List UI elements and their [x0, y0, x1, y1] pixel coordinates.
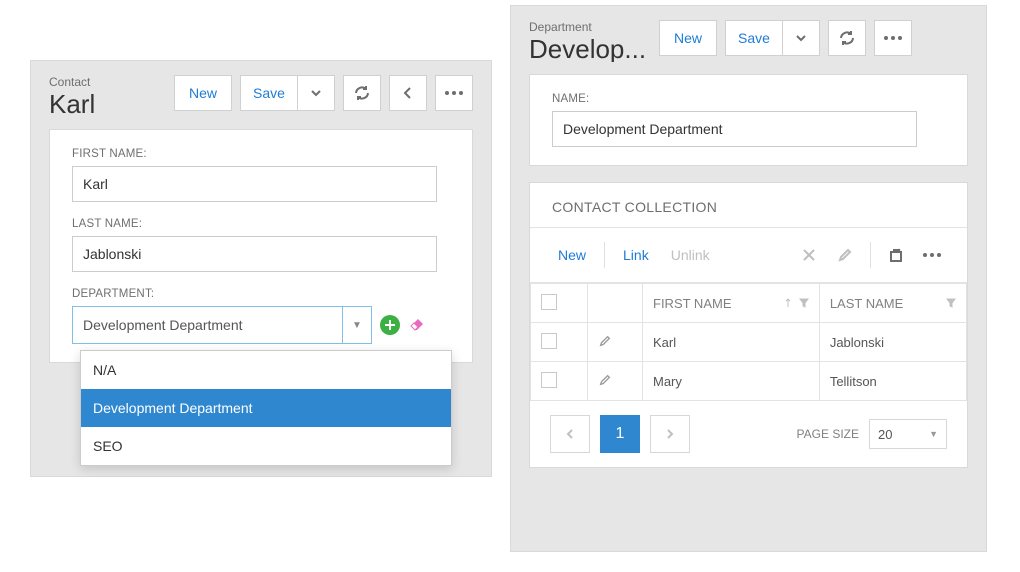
checkbox-icon[interactable] — [541, 294, 557, 310]
header-checkbox-cell[interactable] — [531, 284, 588, 323]
department-header: Department Develop... New Save — [511, 6, 986, 74]
header-category: Contact — [49, 75, 174, 89]
department-combo[interactable]: Development Department ▼ — [72, 306, 372, 344]
collection-toolbar: New Link Unlink — [530, 228, 967, 283]
more-button[interactable] — [435, 75, 473, 111]
cell-last-name: Jablonski — [819, 323, 966, 362]
new-button[interactable]: New — [659, 20, 717, 56]
department-dropdown: N/A Development Department SEO — [80, 350, 452, 466]
close-icon[interactable] — [794, 240, 824, 270]
header-title: Develop... — [529, 36, 659, 62]
last-name-input[interactable] — [72, 236, 437, 272]
pencil-icon[interactable] — [598, 336, 612, 351]
cell-first-name: Karl — [643, 323, 820, 362]
chevron-down-icon: ▼ — [929, 429, 938, 439]
last-name-label: LAST NAME: — [72, 218, 450, 230]
table-row[interactable]: Karl Jablonski — [531, 323, 967, 362]
save-button[interactable]: Save — [240, 75, 298, 111]
checkbox-icon[interactable] — [541, 372, 557, 388]
header-category: Department — [529, 20, 659, 34]
export-icon[interactable] — [881, 240, 911, 270]
save-dropdown-button[interactable] — [298, 75, 335, 111]
refresh-button[interactable] — [828, 20, 866, 56]
page-next-button[interactable] — [650, 415, 690, 453]
department-detail-panel: Department Develop... New Save NAME: CON… — [510, 5, 987, 552]
column-first-name[interactable]: FIRST NAME — [643, 284, 820, 323]
more-button[interactable] — [874, 20, 912, 56]
filter-icon[interactable] — [799, 298, 809, 308]
department-combo-value[interactable]: Development Department — [72, 306, 342, 344]
filter-icon[interactable] — [946, 298, 956, 308]
dropdown-option-selected[interactable]: Development Department — [81, 389, 451, 427]
pager: 1 PAGE SIZE 20 ▼ — [530, 401, 967, 467]
page-size-select[interactable]: 20 ▼ — [869, 419, 947, 449]
collection-title: CONTACT COLLECTION — [530, 183, 967, 228]
page-prev-button[interactable] — [550, 415, 590, 453]
cell-first-name: Mary — [643, 362, 820, 401]
page-number-button[interactable]: 1 — [600, 415, 640, 453]
contacts-table: FIRST NAME LAST NAME Karl Jablonski — [530, 283, 967, 401]
add-department-button[interactable] — [380, 315, 400, 335]
eraser-icon[interactable] — [408, 316, 426, 334]
save-dropdown-button[interactable] — [783, 20, 820, 56]
checkbox-icon[interactable] — [541, 333, 557, 349]
collection-new-button[interactable]: New — [550, 247, 594, 263]
pencil-icon[interactable] — [598, 375, 612, 390]
pencil-icon[interactable] — [830, 240, 860, 270]
cell-last-name: Tellitson — [819, 362, 966, 401]
refresh-button[interactable] — [343, 75, 381, 111]
dropdown-option[interactable]: SEO — [81, 427, 451, 465]
department-label: DEPARTMENT: — [72, 288, 450, 300]
back-button[interactable] — [389, 75, 427, 111]
page-size-label: PAGE SIZE — [797, 427, 859, 441]
table-row[interactable]: Mary Tellitson — [531, 362, 967, 401]
department-form-card: NAME: — [529, 74, 968, 166]
chevron-down-icon[interactable]: ▼ — [342, 306, 372, 344]
header-title: Karl — [49, 91, 174, 117]
name-label: NAME: — [552, 93, 945, 105]
sort-icon[interactable] — [783, 298, 793, 308]
collection-link-button[interactable]: Link — [615, 247, 657, 263]
contact-collection-card: CONTACT COLLECTION New Link Unlink FIRST… — [529, 182, 968, 468]
first-name-label: FIRST NAME: — [72, 148, 450, 160]
column-last-name[interactable]: LAST NAME — [819, 284, 966, 323]
name-input[interactable] — [552, 111, 917, 147]
save-button[interactable]: Save — [725, 20, 783, 56]
header-edit-cell — [588, 284, 643, 323]
dropdown-option[interactable]: N/A — [81, 351, 451, 389]
more-icon[interactable] — [917, 240, 947, 270]
contact-form-card: FIRST NAME: LAST NAME: DEPARTMENT: Devel… — [49, 129, 473, 363]
contact-header: Contact Karl New Save — [31, 61, 491, 129]
first-name-input[interactable] — [72, 166, 437, 202]
new-button[interactable]: New — [174, 75, 232, 111]
collection-unlink-button: Unlink — [663, 247, 718, 263]
